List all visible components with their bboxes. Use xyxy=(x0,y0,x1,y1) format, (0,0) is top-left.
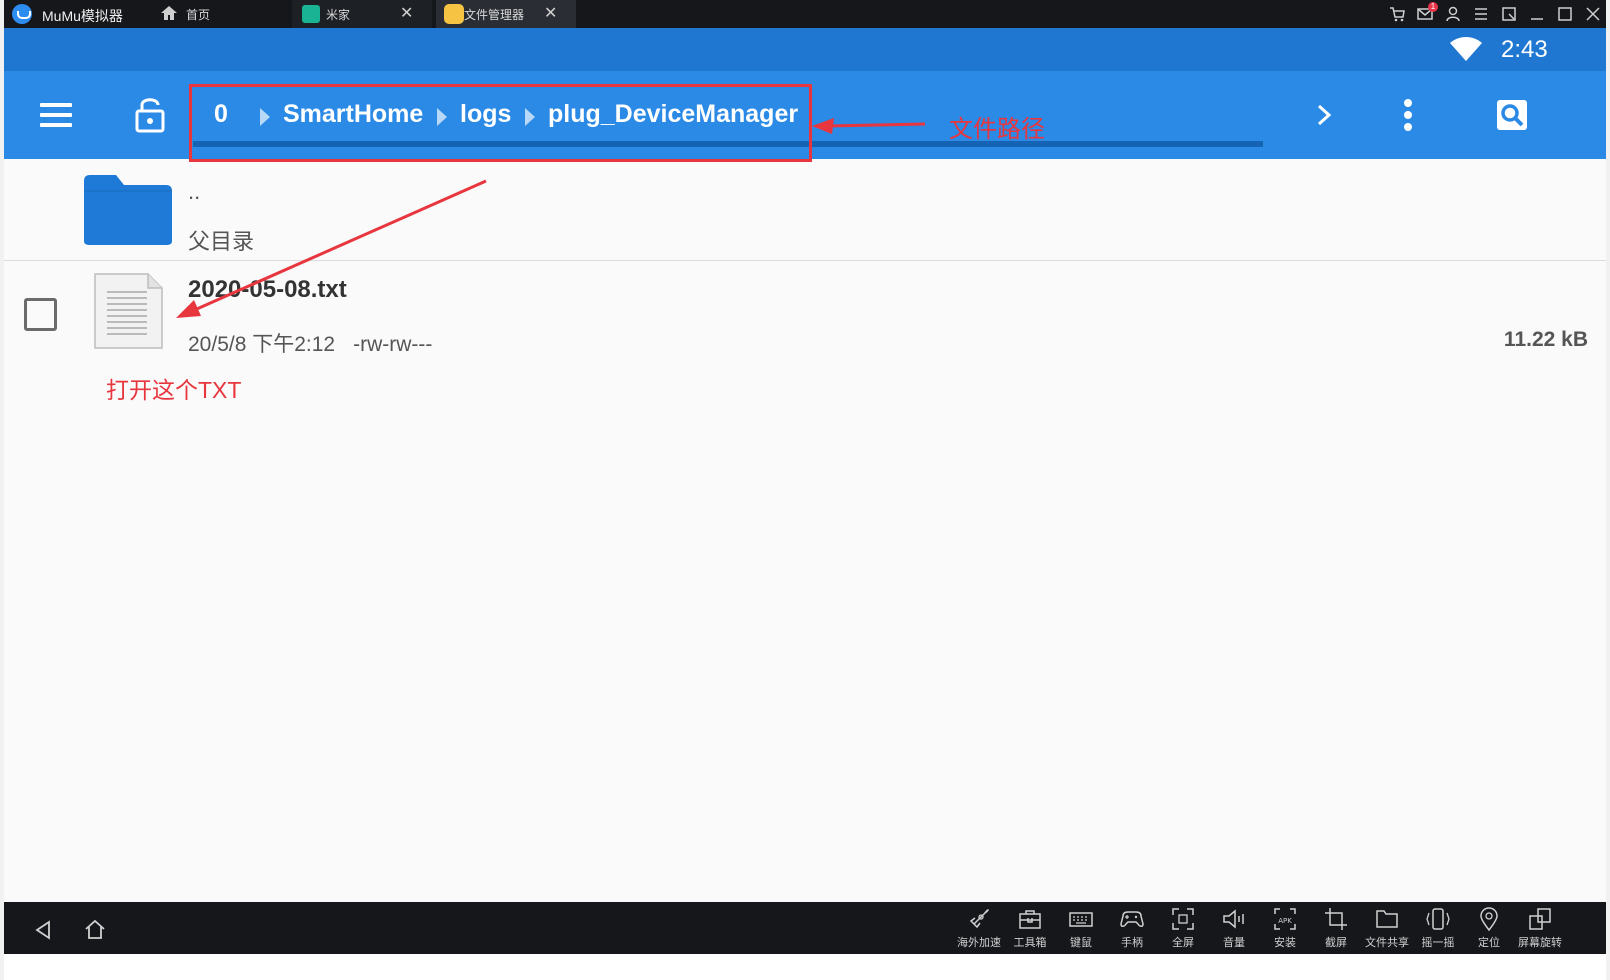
install-apk-button[interactable]: APK 安装 xyxy=(1260,906,1310,954)
folder-icon xyxy=(84,175,172,245)
overseas-accel-button[interactable]: 海外加速 xyxy=(954,906,1004,954)
gamepad-icon xyxy=(1120,911,1144,927)
home-nav-icon[interactable] xyxy=(84,918,106,940)
folder-share-icon xyxy=(1376,910,1398,928)
file-size: 11.22 kB xyxy=(1503,328,1588,351)
mijia-icon xyxy=(302,5,320,23)
path-highlight-box xyxy=(189,84,812,162)
text-file-icon xyxy=(94,273,163,349)
status-clock: 2:43 xyxy=(1501,36,1548,63)
more-options-icon[interactable] xyxy=(1404,99,1414,131)
app-name: MuMu模拟器 xyxy=(42,8,123,24)
file-date: 20/5/8 下午2:12 xyxy=(188,333,336,356)
window-edge-right xyxy=(1606,0,1610,980)
toolbar-label: 安装 xyxy=(1274,937,1296,949)
parent-directory-name: .. xyxy=(188,179,201,204)
toolbar-label: 手柄 xyxy=(1121,937,1143,949)
screenshot-button[interactable]: 截屏 xyxy=(1311,906,1361,954)
shake-icon xyxy=(1426,908,1450,930)
android-status-bar: 2:43 xyxy=(4,28,1606,71)
parent-directory-row[interactable]: .. 父目录 xyxy=(4,159,1606,261)
notification-badge: 1 xyxy=(1428,2,1438,12)
toolbox-button[interactable]: 工具箱 xyxy=(1005,906,1055,954)
file-meta: 20/5/8 下午2:12 -rw-rw--- xyxy=(188,328,432,358)
tab-mijia[interactable]: 米家 ✕ xyxy=(292,0,432,28)
cart-icon[interactable] xyxy=(1388,5,1406,23)
mail-button[interactable]: 1 xyxy=(1416,2,1438,23)
tab-label: 文件管理器 xyxy=(464,8,525,22)
toolbar-label: 截屏 xyxy=(1325,937,1347,949)
annotation-file-path: 文件路径 xyxy=(949,116,1045,143)
parent-directory-label: 父目录 xyxy=(188,229,255,254)
toolbar-label: 文件共享 xyxy=(1365,937,1409,949)
menu-icon[interactable] xyxy=(1472,5,1490,23)
desktop-background xyxy=(0,954,1610,980)
restore-window-icon[interactable] xyxy=(1500,5,1518,23)
gamepad-button[interactable]: 手柄 xyxy=(1107,906,1157,954)
tab-home[interactable]: 首页 xyxy=(150,0,290,28)
toolbar-label: 海外加速 xyxy=(957,937,1001,949)
emulator-bottom-bar: 海外加速 工具箱 键鼠 手柄 全屏 音量 APK 安装 截屏 文件共享 摇一摇 … xyxy=(4,902,1606,954)
file-share-button[interactable]: 文件共享 xyxy=(1362,906,1412,954)
emulator-window: MuMu模拟器 首页 米家 ✕ 文件管理器 ✕ 1 2:43 0 SmartHo… xyxy=(0,0,1610,980)
unlock-icon[interactable] xyxy=(134,95,166,133)
tab-label: 米家 xyxy=(326,8,351,22)
rotate-icon xyxy=(1529,908,1551,930)
toolbox-icon xyxy=(1019,910,1041,929)
volume-icon xyxy=(1223,909,1244,929)
window-edge-left xyxy=(0,0,4,980)
shake-button[interactable]: 摇一摇 xyxy=(1413,906,1463,954)
apk-icon: APK xyxy=(1274,908,1296,930)
hamburger-menu-icon[interactable] xyxy=(40,103,72,127)
fullscreen-button[interactable]: 全屏 xyxy=(1158,906,1208,954)
toolbar-label: 音量 xyxy=(1223,937,1245,949)
toolbar-label: 摇一摇 xyxy=(1421,937,1455,949)
file-manager-icon xyxy=(444,4,464,24)
rotate-screen-button[interactable]: 屏幕旋转 xyxy=(1515,906,1565,954)
close-window-icon[interactable] xyxy=(1584,5,1602,23)
tab-label: 首页 xyxy=(186,8,211,22)
volume-button[interactable]: 音量 xyxy=(1209,906,1259,954)
title-bar: MuMu模拟器 首页 米家 ✕ 文件管理器 ✕ 1 xyxy=(0,0,1610,28)
chevron-right-icon[interactable] xyxy=(1314,104,1334,126)
close-tab-icon[interactable]: ✕ xyxy=(544,3,557,23)
toolbar-label: 工具箱 xyxy=(1013,937,1047,949)
file-row[interactable]: 2020-05-08.txt 20/5/8 下午2:12 -rw-rw--- 11… xyxy=(4,262,1606,362)
file-name: 2020-05-08.txt xyxy=(188,276,347,303)
home-icon xyxy=(161,6,177,20)
keyboard-mouse-button[interactable]: 键鼠 xyxy=(1056,906,1106,954)
location-icon xyxy=(1480,907,1498,932)
svg-text:APK: APK xyxy=(1278,917,1292,925)
toolbar-label: 屏幕旋转 xyxy=(1518,937,1562,949)
back-icon[interactable] xyxy=(34,920,52,940)
toolbar-label: 定位 xyxy=(1478,937,1500,949)
annotation-open-txt: 打开这个TXT xyxy=(106,377,242,403)
close-tab-icon[interactable]: ✕ xyxy=(400,3,413,23)
fullscreen-icon xyxy=(1172,908,1194,930)
file-list: .. 父目录 2020-05-08.txt 20/5/8 下午2:12 -rw-r… xyxy=(4,159,1606,902)
user-icon[interactable] xyxy=(1444,5,1462,23)
crop-icon xyxy=(1325,908,1347,930)
window-controls: 1 xyxy=(1388,0,1602,28)
toolbar-label: 键鼠 xyxy=(1070,937,1092,949)
minimize-icon[interactable] xyxy=(1528,5,1546,23)
tab-file-manager[interactable]: 文件管理器 ✕ xyxy=(436,0,576,28)
keyboard-icon xyxy=(1069,912,1093,927)
maximize-icon[interactable] xyxy=(1556,5,1574,23)
file-permissions: -rw-rw--- xyxy=(353,333,433,356)
file-select-checkbox[interactable] xyxy=(24,298,57,331)
location-button[interactable]: 定位 xyxy=(1464,906,1514,954)
rocket-icon xyxy=(969,909,989,929)
search-icon[interactable] xyxy=(1497,100,1527,130)
mumu-logo-icon xyxy=(12,4,32,24)
toolbar-label: 全屏 xyxy=(1172,937,1194,949)
wifi-icon xyxy=(1450,37,1482,61)
